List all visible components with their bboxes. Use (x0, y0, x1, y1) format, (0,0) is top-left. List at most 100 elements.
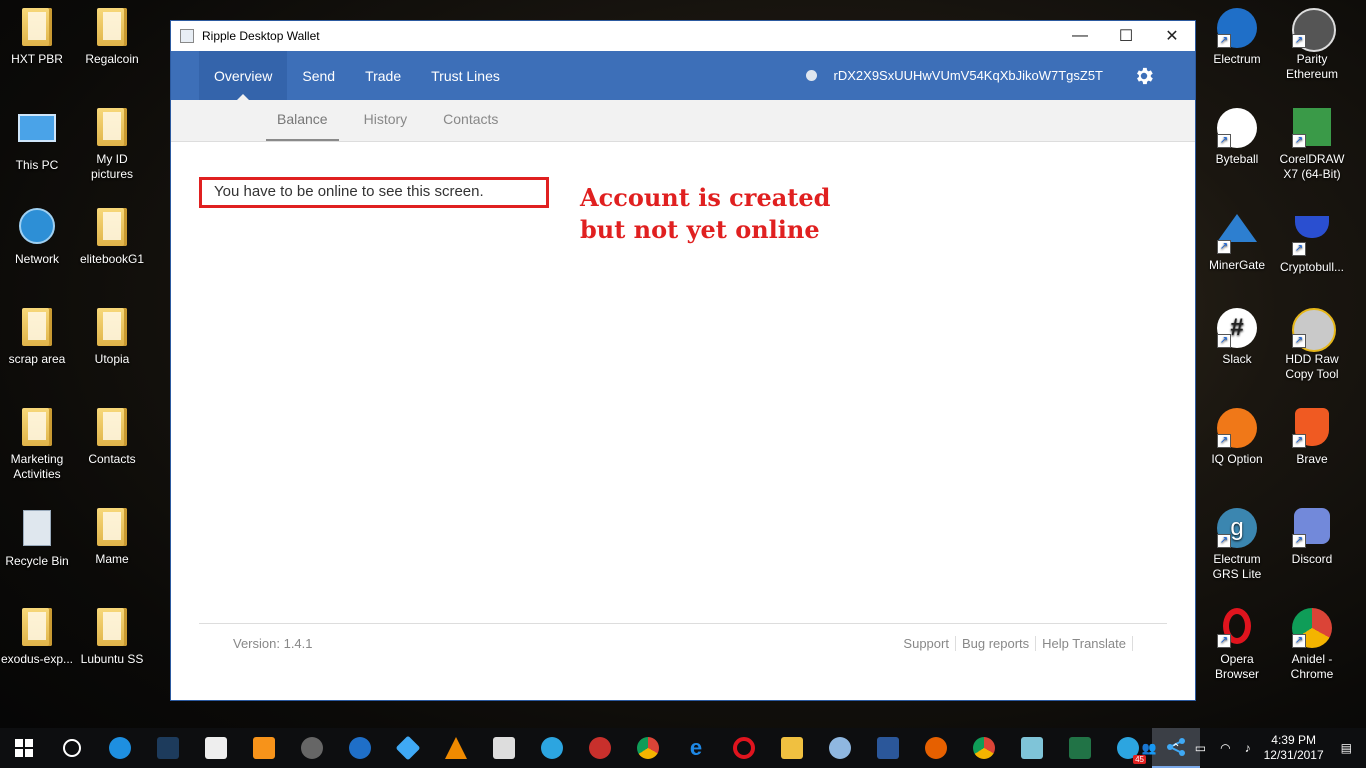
desktop-icon-utopia[interactable]: Utopia (75, 308, 149, 367)
desktop-icon-slack[interactable]: # ↗ Slack (1200, 308, 1274, 367)
desktop-icon-my-id-pictures[interactable]: My ID pictures (75, 108, 149, 182)
taskbar-app-vlc[interactable] (432, 728, 480, 768)
desktop-icon-label: Byteball (1215, 152, 1259, 166)
desktop-icon-lubuntu-ss[interactable]: Lubuntu SS (75, 608, 149, 667)
taskbar-app-telegram[interactable] (528, 728, 576, 768)
taskbar-app-chrome[interactable] (624, 728, 672, 768)
cryptobull-icon (1295, 216, 1329, 238)
tab-balance[interactable]: Balance (266, 111, 339, 141)
cortana-button[interactable] (48, 728, 96, 768)
action-center-icon[interactable]: ▤ (1341, 741, 1352, 755)
taskbar-app-excel[interactable] (1056, 728, 1104, 768)
taskbar-app-diamond[interactable] (384, 728, 432, 768)
people-icon[interactable]: 👥 (1142, 741, 1157, 755)
desktop-icon-electrum-grs[interactable]: g ↗ Electrum GRS Lite (1200, 508, 1274, 582)
download-icon (589, 737, 611, 759)
desktop-icon-label: Brave (1296, 452, 1328, 466)
sync-app-icon (109, 737, 131, 759)
maximize-button[interactable]: ☐ (1103, 21, 1149, 51)
taskbar-app-bitcoin[interactable] (240, 728, 288, 768)
desktop-icon-contacts[interactable]: Contacts (75, 408, 149, 467)
desktop-icon-label: Parity Ethereum (1285, 52, 1339, 81)
taskbar-app-electrum[interactable] (336, 728, 384, 768)
recycle-bin-icon (23, 510, 51, 546)
start-button[interactable] (0, 728, 48, 768)
wifi-icon[interactable]: ◠ (1220, 741, 1230, 755)
close-button[interactable]: ✕ (1149, 21, 1195, 51)
gear-icon[interactable] (1133, 65, 1155, 87)
desktop-icon-elitebook[interactable]: elitebookG1 (75, 208, 149, 267)
minergate-icon (1217, 214, 1257, 242)
minimize-button[interactable]: — (1057, 21, 1103, 51)
taskbar-app-notes[interactable] (1008, 728, 1056, 768)
desktop-icon-electrum[interactable]: ↗ Electrum (1200, 8, 1274, 67)
desktop-icon-opera[interactable]: ↗ Opera Browser (1200, 608, 1274, 682)
nav-trust-lines[interactable]: Trust Lines (416, 51, 515, 100)
vlc-cone-icon (445, 737, 467, 759)
nav-send[interactable]: Send (287, 51, 350, 100)
desktop-icon-label: My ID pictures (90, 152, 134, 181)
taskbar-app-sync[interactable] (96, 728, 144, 768)
taskbar-app-opera[interactable] (720, 728, 768, 768)
taskbar-app-parity[interactable] (288, 728, 336, 768)
taskbar-app-word[interactable] (864, 728, 912, 768)
chevron-up-icon[interactable]: ⌃ (1171, 741, 1181, 755)
desktop-icon-brave[interactable]: ↗ Brave (1275, 408, 1349, 467)
desktop-icon-byteball[interactable]: ↗ Byteball (1200, 108, 1274, 167)
desktop-icon-anidel-chrome[interactable]: ↗ Anidel - Chrome (1275, 608, 1349, 682)
desktop-icon-recycle-bin[interactable]: Recycle Bin (0, 508, 74, 569)
account-address[interactable]: rDX2X9SxUUHwVUmV54KqXbJikoW7TgsZ5T (834, 68, 1103, 83)
tab-contacts[interactable]: Contacts (432, 111, 509, 141)
desktop-icon-label: Electrum (1213, 52, 1261, 66)
desktop-icon-parity[interactable]: ↗ Parity Ethereum (1275, 8, 1349, 82)
x-app-icon (157, 737, 179, 759)
desktop-icon-this-pc[interactable]: This PC (0, 108, 74, 173)
taskbar-app-chrome-profile[interactable] (960, 728, 1008, 768)
tab-history[interactable]: History (353, 111, 419, 141)
taskbar-app-paint[interactable] (816, 728, 864, 768)
taskbar-app-download[interactable] (576, 728, 624, 768)
word-icon (877, 737, 899, 759)
support-link[interactable]: Support (897, 635, 956, 651)
taskbar-app-explorer[interactable] (768, 728, 816, 768)
volume-icon[interactable]: ♪ (1245, 741, 1251, 755)
paint-icon (829, 737, 851, 759)
windows-icon (15, 739, 33, 757)
desktop-icon-hdd-raw[interactable]: ↗ HDD Raw Copy Tool (1275, 308, 1349, 382)
desktop-icon-hxt-pbr[interactable]: HXT PBR (0, 8, 74, 67)
main-content: You have to be online to see this screen… (171, 142, 1195, 662)
electrum-taskbar-icon (349, 737, 371, 759)
desktop-icon-iq-option[interactable]: ↗ IQ Option (1200, 408, 1274, 467)
nav-overview[interactable]: Overview (199, 51, 288, 100)
taskbar-app-edge[interactable]: e (672, 728, 720, 768)
nav-trade[interactable]: Trade (350, 51, 416, 100)
globe-icon (19, 208, 55, 244)
main-nav: Overview Send Trade Trust Lines rDX2X9Sx… (171, 51, 1195, 100)
desktop-icon-label: CorelDRAW X7 (64-Bit) (1279, 152, 1345, 181)
desktop-icon-mame[interactable]: Mame (75, 508, 149, 567)
desktop-icon-scrap-area[interactable]: scrap area (0, 308, 74, 367)
taskbar: e 45 👥 ⌃ ▭ ◠ ♪ 4:39 PM 12/31/2017 ▤ (0, 728, 1366, 768)
desktop-icon-discord[interactable]: ↗ Discord (1275, 508, 1349, 567)
desktop-icon-network[interactable]: Network (0, 208, 74, 267)
bug-reports-link[interactable]: Bug reports (956, 635, 1037, 651)
taskbar-app-firefox[interactable] (912, 728, 960, 768)
battery-icon[interactable]: ▭ (1195, 741, 1206, 755)
taskbar-app-s[interactable] (192, 728, 240, 768)
excel-icon (1069, 737, 1091, 759)
desktop-icon-label: Utopia (94, 352, 130, 366)
desktop-icon-label: Mame (95, 552, 129, 566)
telegram-icon (541, 737, 563, 759)
desktop-icon-regalcoin[interactable]: Regalcoin (75, 8, 149, 67)
desktop-icon-exodus[interactable]: exodus-exp... (0, 608, 74, 667)
offline-message: You have to be online to see this screen… (199, 177, 549, 208)
taskbar-app-x[interactable] (144, 728, 192, 768)
desktop-icon-cryptobull[interactable]: ↗ Cryptobull... (1275, 208, 1349, 275)
desktop-icon-coreldraw[interactable]: ↗ CorelDRAW X7 (64-Bit) (1275, 108, 1349, 182)
desktop-icon-minergate[interactable]: ↗ MinerGate (1200, 208, 1274, 273)
help-translate-link[interactable]: Help Translate (1036, 635, 1133, 651)
taskbar-app-monitor[interactable] (480, 728, 528, 768)
clock[interactable]: 4:39 PM 12/31/2017 (1264, 733, 1324, 763)
title-bar[interactable]: Ripple Desktop Wallet — ☐ ✕ (171, 21, 1195, 51)
desktop-icon-marketing-activities[interactable]: Marketing Activities (0, 408, 74, 482)
